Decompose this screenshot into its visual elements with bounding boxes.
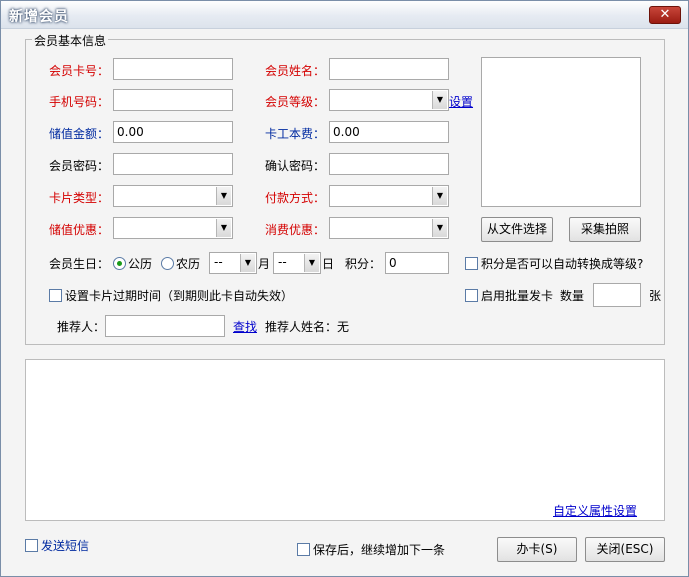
chevron-down-icon[interactable]: ▼ [432, 219, 447, 237]
batch-label: 启用批量发卡 [481, 289, 554, 303]
card-no-input[interactable] [113, 58, 233, 80]
password-input[interactable] [113, 153, 233, 175]
card-fee-input[interactable] [329, 121, 449, 143]
stored-discount-select[interactable]: ▼ [113, 217, 233, 239]
birth-month-select[interactable]: -- ▼ [209, 252, 257, 274]
phone-label: 手机号码： [49, 95, 110, 109]
new-member-dialog: 新增会员 ✕ 会员基本信息 会员卡号： 会员姓名： 手机号码： 会员等级： ▼ … [0, 0, 689, 577]
send-sms-label: 发送短信 [41, 539, 90, 553]
chevron-down-icon[interactable]: ▼ [432, 91, 447, 109]
batch-checkbox[interactable] [465, 289, 478, 302]
save-continue-label: 保存后，继续增加下一条 [313, 543, 446, 557]
level-label: 会员等级： [265, 95, 326, 109]
submit-card-button[interactable]: 办卡(S) [497, 537, 577, 562]
batch-unit-label: 张 [649, 289, 662, 303]
batch-qty-input[interactable] [593, 283, 641, 307]
chevron-down-icon[interactable]: ▼ [240, 254, 255, 272]
lunar-radio[interactable] [161, 257, 174, 270]
referrer-input[interactable] [105, 315, 225, 337]
chevron-down-icon[interactable]: ▼ [304, 254, 319, 272]
lunar-label: 农历 [176, 257, 201, 271]
close-window-button[interactable]: ✕ [649, 6, 681, 24]
gregorian-radio[interactable] [113, 257, 126, 270]
save-continue-checkbox[interactable] [297, 543, 310, 556]
capture-photo-button[interactable]: 采集拍照 [569, 217, 641, 242]
stored-discount-label: 储值优惠： [49, 223, 110, 237]
custom-attributes-panel [25, 359, 665, 521]
name-label: 会员姓名： [265, 64, 326, 78]
phone-input[interactable] [113, 89, 233, 111]
month-unit-label: 月 [258, 257, 271, 271]
birth-day-select[interactable]: -- ▼ [273, 252, 321, 274]
close-dialog-button[interactable]: 关闭(ESC) [585, 537, 665, 562]
card-fee-label: 卡工本费： [265, 127, 326, 141]
send-sms-checkbox[interactable] [25, 539, 38, 552]
confirm-password-input[interactable] [329, 153, 449, 175]
search-referrer-link[interactable]: 查找 [233, 319, 257, 335]
stored-amount-input[interactable] [113, 121, 233, 143]
password-label: 会员密码： [49, 159, 110, 173]
member-photo [481, 57, 641, 207]
choose-from-file-button[interactable]: 从文件选择 [481, 217, 553, 242]
consume-discount-label: 消费优惠： [265, 223, 326, 237]
birth-day-value: -- [278, 255, 287, 269]
chevron-down-icon[interactable]: ▼ [216, 187, 231, 205]
custom-attr-settings-link[interactable]: 自定义属性设置 [553, 503, 637, 519]
points-input[interactable] [385, 252, 449, 274]
gregorian-label: 公历 [128, 257, 153, 271]
day-unit-label: 日 [322, 257, 335, 271]
referrer-name-label: 推荐人姓名：无 [265, 320, 350, 334]
confirm-password-label: 确认密码： [265, 159, 326, 173]
chevron-down-icon[interactable]: ▼ [216, 219, 231, 237]
birthday-label: 会员生日： [49, 257, 110, 271]
payment-method-select[interactable]: ▼ [329, 185, 449, 207]
points-to-level-checkbox[interactable] [465, 257, 478, 270]
stored-amount-label: 储值金额： [49, 127, 110, 141]
consume-discount-select[interactable]: ▼ [329, 217, 449, 239]
basic-info-legend: 会员基本信息 [32, 32, 109, 49]
payment-method-label: 付款方式： [265, 191, 326, 205]
card-type-select[interactable]: ▼ [113, 185, 233, 207]
level-select[interactable]: ▼ [329, 89, 449, 111]
title-bar[interactable]: 新增会员 ✕ [1, 1, 688, 29]
points-label: 积分： [345, 257, 382, 271]
expiry-label: 设置卡片过期时间（到期则此卡自动失效） [65, 289, 294, 303]
name-input[interactable] [329, 58, 449, 80]
chevron-down-icon[interactable]: ▼ [432, 187, 447, 205]
window-title: 新增会员 [9, 9, 69, 25]
expiry-checkbox[interactable] [49, 289, 62, 302]
referrer-label: 推荐人： [57, 320, 106, 334]
level-settings-link[interactable]: 设置 [449, 94, 473, 110]
card-type-label: 卡片类型： [49, 191, 110, 205]
batch-qty-label: 数量 [560, 289, 585, 303]
birth-month-value: -- [214, 255, 223, 269]
points-to-level-label: 积分是否可以自动转换成等级? [481, 257, 644, 271]
card-no-label: 会员卡号： [49, 64, 110, 78]
